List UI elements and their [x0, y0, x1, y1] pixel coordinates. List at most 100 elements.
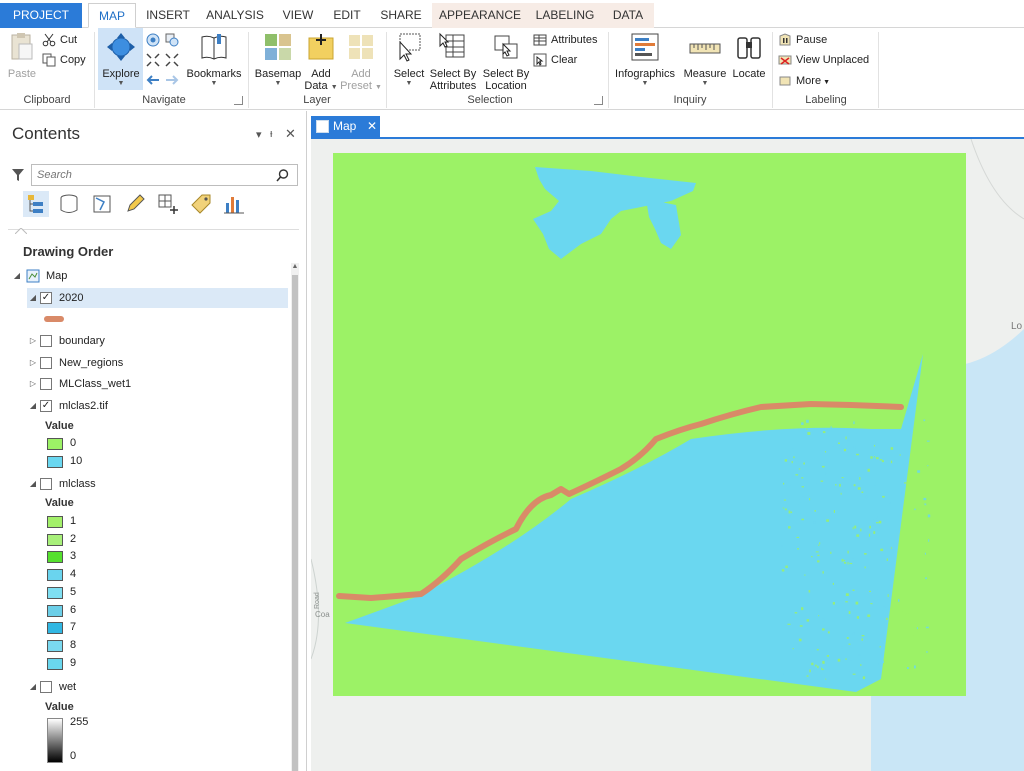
tab-insert[interactable]: INSERT	[140, 3, 196, 28]
copy-button[interactable]: Copy	[42, 51, 86, 69]
mlclass-swatch[interactable]	[47, 516, 63, 528]
map-view[interactable]: Road Coa Lo	[311, 137, 1024, 771]
layer-mlclass-wet1-checkbox[interactable]	[40, 378, 52, 390]
expand-icon[interactable]: ▷	[28, 374, 38, 394]
layer-boundary-checkbox[interactable]	[40, 335, 52, 347]
selection-launcher-icon[interactable]	[594, 96, 603, 105]
add-data-button[interactable]: Add Data ▼	[304, 32, 338, 94]
mlclass-swatch[interactable]	[47, 622, 63, 635]
layer-wet-checkbox[interactable]	[40, 681, 52, 693]
attributes-button[interactable]: Attributes	[533, 31, 597, 49]
tab-project[interactable]: PROJECT	[0, 3, 82, 28]
tab-appearance[interactable]: APPEARANCE	[432, 3, 528, 28]
measure-button[interactable]: Measure ▼	[682, 32, 728, 88]
map-canvas[interactable]: Road Coa Lo	[311, 139, 1024, 771]
zoom-to-layer-icon[interactable]	[164, 32, 180, 48]
collapse-icon[interactable]: ◢	[28, 474, 38, 494]
tab-analysis[interactable]: ANALYSIS	[202, 3, 268, 28]
expand-icon[interactable]: ▷	[28, 331, 38, 351]
contents-scrollbar[interactable]: ▲	[291, 263, 299, 771]
list-by-charts-button[interactable]	[221, 191, 247, 217]
list-by-source-button[interactable]	[56, 191, 82, 217]
tab-labeling[interactable]: LABELING	[528, 3, 602, 28]
select-by-attributes-label-1: Select By	[429, 68, 477, 80]
search-input[interactable]	[32, 165, 262, 185]
pin-icon[interactable]: ᵻ	[270, 128, 272, 140]
speckle-pixel	[798, 468, 801, 470]
collapse-icon[interactable]: ◢	[28, 396, 38, 416]
list-by-editing-button[interactable]	[122, 191, 148, 217]
layer-new-regions-row[interactable]: ▷ New_regions	[27, 353, 288, 373]
mlclas2-swatch[interactable]	[47, 438, 63, 450]
back-arrow-icon[interactable]	[145, 72, 161, 88]
more-labeling-button[interactable]: More ▼	[778, 72, 830, 90]
tab-view[interactable]: VIEW	[276, 3, 320, 28]
mlclass-swatch[interactable]	[47, 533, 63, 546]
mlclass-swatch[interactable]	[47, 551, 63, 564]
fixed-zoom-in-icon[interactable]	[145, 52, 161, 68]
layer-new-regions-checkbox[interactable]	[40, 357, 52, 369]
forward-arrow-icon[interactable]	[164, 72, 180, 88]
mlclass-swatch[interactable]	[47, 569, 63, 582]
mlclass-swatch[interactable]	[47, 586, 63, 599]
basemap-button[interactable]: Basemap ▼	[252, 32, 304, 88]
infographics-button[interactable]: Infographics ▼	[612, 32, 678, 88]
speckle-pixel	[925, 446, 928, 450]
map-view-tab[interactable]: Map ✕	[311, 116, 380, 137]
speckle-pixel	[799, 625, 803, 627]
search-icon[interactable]	[276, 169, 289, 182]
mlclass-swatch[interactable]	[47, 639, 63, 652]
list-by-snapping-button[interactable]	[155, 191, 181, 217]
locate-button[interactable]: Locate	[730, 32, 768, 80]
mlclass-swatch[interactable]	[47, 604, 63, 617]
filter-icon[interactable]	[12, 169, 24, 182]
layer-boundary-row[interactable]: ▷ boundary	[27, 331, 288, 351]
list-by-selection-button[interactable]	[89, 191, 115, 217]
layer-2020-checkbox[interactable]: ✓	[40, 292, 52, 304]
tab-edit[interactable]: EDIT	[326, 3, 368, 28]
layer-mlclass-wet1-row[interactable]: ▷ MLClass_wet1	[27, 374, 288, 394]
select-by-location-button[interactable]: Select By Location	[480, 32, 532, 92]
layer-2020-symbol[interactable]	[44, 316, 64, 322]
collapse-icon[interactable]: ◢	[12, 266, 22, 286]
tab-data[interactable]: DATA	[602, 3, 654, 28]
close-icon[interactable]: ✕	[285, 126, 296, 142]
navigate-launcher-icon[interactable]	[234, 96, 243, 105]
pause-labeling-button[interactable]: Pause	[778, 31, 827, 49]
pane-options-icon[interactable]: ▾	[256, 128, 262, 141]
select-button[interactable]: Select ▼	[390, 32, 428, 88]
speckle-pixel	[806, 428, 808, 430]
scroll-up-icon[interactable]: ▲	[291, 263, 299, 270]
expand-icon[interactable]: ▷	[28, 353, 38, 373]
speckle-pixel	[789, 485, 792, 488]
collapse-icon[interactable]: ◢	[28, 677, 38, 697]
scrollbar-thumb[interactable]	[292, 275, 298, 771]
list-by-drawing-order-button[interactable]	[23, 191, 49, 217]
layer-mlclass-checkbox[interactable]	[40, 478, 52, 490]
fixed-zoom-out-icon[interactable]	[164, 52, 180, 68]
layer-2020-row[interactable]: ◢ ✓ 2020	[27, 288, 288, 308]
select-by-attributes-button[interactable]: Select By Attributes	[428, 32, 478, 92]
cut-button[interactable]: Cut	[42, 31, 77, 49]
list-by-labeling-button[interactable]	[188, 191, 214, 217]
mlclass-swatch[interactable]	[47, 657, 63, 670]
tree-map-node[interactable]: ◢ Map	[0, 266, 290, 286]
tab-map[interactable]: MAP	[88, 3, 136, 28]
zoom-full-extent-icon[interactable]	[145, 32, 161, 48]
close-icon[interactable]: ✕	[367, 116, 377, 137]
tab-share[interactable]: SHARE	[376, 3, 426, 28]
view-unplaced-button[interactable]: View Unplaced	[778, 51, 869, 69]
layer-mlclas2-row[interactable]: ◢ ✓ mlclas2.tif	[27, 396, 288, 416]
bookmarks-button[interactable]: Bookmarks ▼	[184, 32, 244, 88]
mlclas2-swatch[interactable]	[47, 456, 63, 468]
layer-mlclas2-checkbox[interactable]: ✓	[40, 400, 52, 412]
explore-button[interactable]: Explore ▼	[99, 32, 143, 88]
collapse-icon[interactable]: ◢	[28, 288, 38, 308]
layer-mlclass-row[interactable]: ◢ mlclass	[27, 474, 288, 494]
clear-selection-button[interactable]: Clear	[533, 51, 577, 69]
speckle-pixel	[781, 673, 784, 675]
speckle-pixel	[864, 553, 867, 555]
layer-wet-row[interactable]: ◢ wet	[27, 677, 288, 697]
paste-button[interactable]: Paste	[4, 32, 40, 80]
add-preset-button[interactable]: Add Preset ▼	[340, 32, 382, 94]
